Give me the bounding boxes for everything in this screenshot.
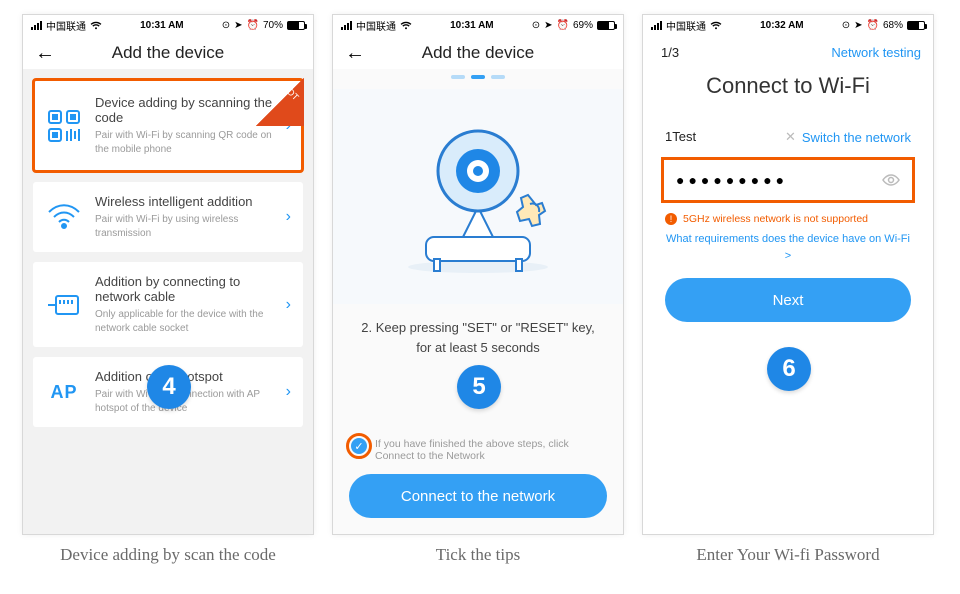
card-title: Wireless intelligent addition — [95, 194, 276, 209]
nav-title: Add the device — [422, 43, 534, 62]
captions-row: Device adding by scan the code Tick the … — [0, 535, 960, 565]
battery-icon — [597, 21, 615, 30]
clock-label: 10:31 AM — [140, 20, 184, 31]
instruction-text: 2. Keep pressing "SET" or "RESET" key, f… — [333, 304, 623, 357]
battery-percent: 70% — [263, 20, 283, 31]
nav-indicator-icon: ⊙ — [532, 20, 540, 31]
signal-icon — [651, 21, 662, 30]
signal-icon — [31, 21, 42, 30]
wifi-icon — [710, 21, 722, 30]
page-indicator — [333, 69, 623, 89]
switch-network-link[interactable]: ✕ Switch the network — [785, 129, 911, 145]
warning-icon: ! — [665, 213, 677, 225]
carrier-label: 中国联通 — [666, 18, 706, 33]
confirm-text: If you have finished the above steps, cl… — [375, 438, 605, 462]
close-icon: ✕ — [785, 129, 796, 145]
signal-icon — [341, 21, 352, 30]
chevron-right-icon: › — [286, 296, 293, 314]
wifi-ssid-label: 1Test — [665, 129, 696, 145]
connect-network-button[interactable]: Connect to the network — [349, 474, 607, 518]
qr-code-icon — [43, 109, 85, 143]
carrier-label: 中国联通 — [46, 18, 86, 33]
wifi-icon — [400, 21, 412, 30]
camera-illustration — [333, 89, 623, 304]
warning-5ghz: ! 5GHz wireless network is not supported — [665, 213, 911, 225]
card-wireless-add[interactable]: Wireless intelligent addition Pair with … — [33, 182, 303, 252]
location-icon: ➤ — [234, 20, 242, 31]
status-bar: 中国联通 10:31 AM ⊙ ➤ ⏰ 70% — [23, 15, 313, 35]
battery-percent: 68% — [883, 20, 903, 31]
ap-icon: AP — [50, 382, 77, 403]
wifi-waves-icon — [43, 204, 85, 230]
clock-label: 10:32 AM — [760, 20, 804, 31]
alarm-icon: ⏰ — [557, 20, 569, 31]
caption-step-4: Device adding by scan the code — [22, 545, 314, 565]
network-testing-link[interactable]: Network testing — [831, 45, 921, 60]
chevron-right-icon: › — [286, 208, 293, 226]
nav-indicator-icon: ⊙ — [842, 20, 850, 31]
battery-icon — [907, 21, 925, 30]
status-bar: 中国联通 10:32 AM ⊙ ➤ ⏰ 68% — [643, 15, 933, 35]
step-number-badge: 6 — [767, 347, 811, 391]
caption-step-6: Enter Your Wi-fi Password — [642, 545, 934, 565]
card-qr-code-add[interactable]: HOT Device adding by scanning the code P… — [33, 79, 303, 172]
caption-step-5: Tick the tips — [332, 545, 624, 565]
nav-bar: ← Add the device — [333, 35, 623, 69]
progress-counter: 1/3 — [661, 45, 679, 60]
clock-label: 10:31 AM — [450, 20, 494, 31]
page-title: Connect to Wi-Fi — [665, 73, 911, 99]
password-field[interactable]: ●●●●●●●●● — [661, 157, 915, 203]
alarm-icon: ⏰ — [867, 20, 879, 31]
confirm-checkbox[interactable]: ✓ — [351, 438, 367, 454]
panel-step-4: 中国联通 10:31 AM ⊙ ➤ ⏰ 70% ← Add the device… — [22, 14, 314, 535]
card-title: Addition by connecting to network cable — [95, 274, 276, 304]
wifi-icon — [90, 21, 102, 30]
card-cable-add[interactable]: Addition by connecting to network cable … — [33, 262, 303, 347]
carrier-label: 中国联通 — [356, 18, 396, 33]
nav-indicator-icon: ⊙ — [222, 20, 230, 31]
card-subtitle: Only applicable for the device with the … — [95, 308, 276, 335]
panel-step-6: 中国联通 10:32 AM ⊙ ➤ ⏰ 68% 1/3 Network test… — [642, 14, 934, 535]
location-icon: ➤ — [854, 20, 862, 31]
nav-title: Add the device — [112, 43, 224, 62]
next-button[interactable]: Next — [665, 278, 911, 322]
status-bar: 中国联通 10:31 AM ⊙ ➤ ⏰ 69% — [333, 15, 623, 35]
back-button[interactable]: ← — [345, 43, 365, 63]
nav-bar: 1/3 Network testing — [643, 35, 933, 49]
card-subtitle: Pair with Wi-Fi by using wireless transm… — [95, 213, 276, 240]
eye-icon[interactable] — [882, 174, 900, 186]
ethernet-icon — [43, 292, 85, 318]
chevron-right-icon: › — [286, 383, 293, 401]
password-value: ●●●●●●●●● — [676, 172, 788, 188]
battery-icon — [287, 21, 305, 30]
nav-bar: ← Add the device — [23, 35, 313, 69]
battery-percent: 69% — [573, 20, 593, 31]
step-number-badge: 4 — [147, 365, 191, 409]
back-button[interactable]: ← — [35, 43, 55, 63]
card-title: Device adding by scanning the code — [95, 95, 276, 125]
hot-badge: HOT — [256, 78, 304, 126]
wifi-requirements-link[interactable]: What requirements does the device have o… — [665, 231, 911, 264]
location-icon: ➤ — [544, 20, 552, 31]
panel-step-5: 中国联通 10:31 AM ⊙ ➤ ⏰ 69% ← Add the device — [332, 14, 624, 535]
alarm-icon: ⏰ — [247, 20, 259, 31]
card-subtitle: Pair with Wi-Fi by scanning QR code on t… — [95, 129, 276, 156]
step-number-badge: 5 — [457, 365, 501, 409]
